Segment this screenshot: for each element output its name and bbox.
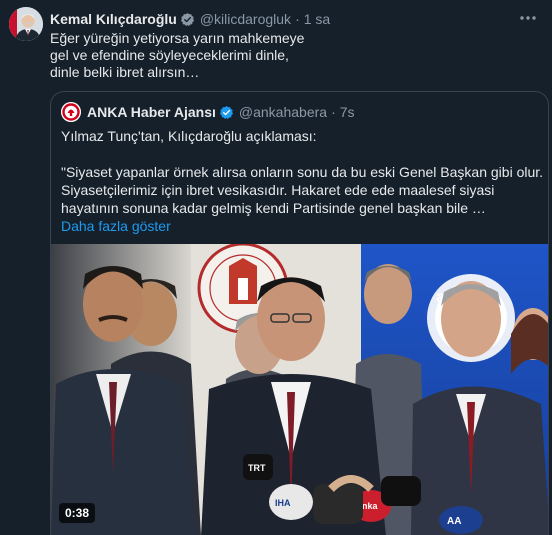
verified-badge-icon bbox=[180, 12, 195, 27]
mic-label: IHA bbox=[275, 498, 291, 508]
quoted-text-line: Siyasetçilerimiz için ibret vesikasıdır.… bbox=[61, 182, 495, 198]
quoted-author-handle[interactable]: @ankahabera bbox=[239, 104, 327, 120]
separator-dot: · bbox=[295, 11, 300, 27]
video-duration: 0:38 bbox=[59, 503, 96, 523]
tweet-text-line: gel ve efendine söyleyeceklerimi dinle, bbox=[50, 47, 289, 63]
quoted-text-line: Yılmaz Tunç'tan, Kılıçdaroğlu açıklaması… bbox=[61, 128, 317, 144]
author-handle[interactable]: @kilicdarogluk bbox=[200, 11, 291, 27]
quoted-tweet[interactable]: ANKA Haber Ajansı @ankahabera · 7s Yılma… bbox=[50, 91, 549, 535]
mic-label: TRT bbox=[248, 463, 266, 473]
tweet-text-line: dinle belki ibret alırsın… bbox=[50, 64, 200, 80]
tweet-text-line: Eğer yüreğin yetiyorsa yarın mahkemeye bbox=[50, 30, 305, 46]
tweet-time[interactable]: 1 sa bbox=[304, 11, 330, 27]
more-icon[interactable] bbox=[518, 9, 538, 27]
quoted-author-avatar[interactable] bbox=[61, 102, 81, 122]
quoted-tweet-time[interactable]: 7s bbox=[340, 104, 355, 120]
tweet-text: Eğer yüreğin yetiyorsa yarın mahkemeye g… bbox=[50, 30, 340, 81]
video-player[interactable]: anka bbox=[51, 244, 548, 535]
quoted-tweet-text: Yılmaz Tunç'tan, Kılıçdaroğlu açıklaması… bbox=[61, 127, 544, 235]
show-more-link[interactable]: Daha fazla göster bbox=[61, 217, 541, 235]
quoted-text-blank-line bbox=[61, 145, 541, 163]
quoted-text-line: hayatının sonuna kadar gelmiş kendi Part… bbox=[61, 200, 486, 216]
tweet-header: Kemal Kılıçdaroğlu @kilicdarogluk · 1 sa bbox=[50, 10, 330, 28]
author-name[interactable]: Kemal Kılıçdaroğlu bbox=[50, 11, 177, 27]
separator-dot: · bbox=[331, 104, 336, 120]
verified-badge-icon bbox=[219, 105, 234, 120]
tweet[interactable]: Kemal Kılıçdaroğlu @kilicdarogluk · 1 sa… bbox=[0, 0, 552, 535]
quoted-author-name[interactable]: ANKA Haber Ajansı bbox=[87, 104, 216, 120]
video-thumbnail: anka bbox=[51, 244, 548, 535]
mic-label: AA bbox=[447, 516, 461, 527]
quoted-text-line: "Siyaset yapanlar örnek alırsa onların s… bbox=[61, 164, 544, 180]
quoted-tweet-header: ANKA Haber Ajansı @ankahabera · 7s bbox=[87, 103, 355, 121]
author-avatar[interactable] bbox=[9, 7, 43, 41]
